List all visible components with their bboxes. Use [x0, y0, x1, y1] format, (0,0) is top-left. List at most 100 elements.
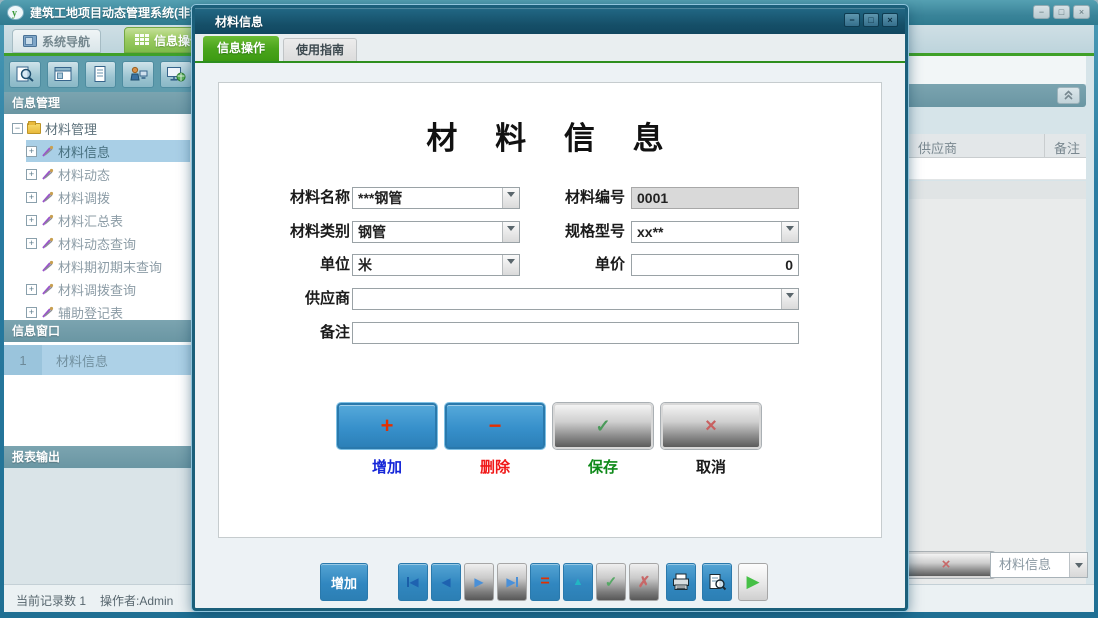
form-window-icon [53, 66, 73, 82]
close-button[interactable]: × [1073, 5, 1090, 19]
unit-select[interactable]: 米 [352, 254, 520, 276]
tree-item-material-dynamic-query[interactable]: + 材料动态查询 [26, 232, 190, 254]
material-type-select[interactable]: 钢管 [352, 221, 520, 243]
tree-item-label: 材料期初期末查询 [58, 257, 162, 276]
nav-first-button[interactable]: ◀ [398, 563, 428, 601]
add-button-label: 增加 [337, 456, 437, 477]
tree-root-material-management[interactable]: − 材料管理 [12, 117, 97, 139]
dialog-close-button[interactable]: × [882, 13, 898, 27]
toolbar-search-button[interactable] [9, 61, 41, 88]
tree-item-label: 材料动态查询 [58, 234, 136, 253]
toolbar-edit-record-button[interactable]: ▲ [563, 563, 593, 601]
monitor-globe-icon [166, 66, 186, 82]
tree-item-material-transfer-query[interactable]: + 材料调拨查询 [26, 278, 190, 300]
dialog-tab-user-guide[interactable]: 使用指南 [283, 38, 357, 61]
unit-price-field[interactable] [632, 255, 798, 275]
tree-item-material-summary[interactable]: + 材料汇总表 [26, 209, 190, 231]
column-header-remark[interactable]: 备注 [1054, 138, 1080, 157]
arrow-right-icon: ▶ [474, 575, 483, 589]
material-node-icon [41, 191, 54, 204]
tree-item-material-dynamic[interactable]: + 材料动态 [26, 163, 190, 185]
toolbar-form-button[interactable] [47, 61, 79, 88]
toolbar-add-record-button[interactable]: 增加 [320, 563, 368, 601]
column-header-supplier[interactable]: 供应商 [918, 138, 957, 157]
minimize-button[interactable]: − [1033, 5, 1050, 19]
delete-button-label: 删除 [445, 456, 545, 477]
material-code-label: 材料编号 [525, 187, 625, 209]
info-window-dropdown[interactable]: 材料信息 [990, 552, 1088, 578]
record-count-label: 当前记录数 1 [16, 592, 86, 609]
delete-button[interactable]: − [445, 403, 545, 449]
x-icon: ✗ [638, 573, 651, 591]
material-form-panel: 材 料 信 息 [218, 82, 882, 538]
unit-price-label: 单价 [525, 254, 625, 276]
tree-root-label: 材料管理 [45, 119, 97, 138]
tree-item-material-transfer[interactable]: + 材料调拨 [26, 186, 190, 208]
supplier-select[interactable] [352, 288, 799, 310]
chevron-down-icon[interactable] [781, 289, 798, 309]
remark-field[interactable] [353, 323, 798, 343]
chevron-down-icon[interactable] [502, 188, 519, 208]
row-index: 1 [4, 345, 42, 375]
material-node-icon [41, 260, 54, 273]
material-name-select[interactable]: ***钢管 [352, 187, 520, 209]
chevron-down-icon[interactable] [781, 222, 798, 242]
minus-icon: − [489, 413, 502, 439]
chevron-down-icon[interactable] [1069, 553, 1087, 577]
toolbar-operator-button[interactable] [122, 61, 154, 88]
expand-expander-icon[interactable]: + [26, 307, 37, 318]
toolbar-cancel-button[interactable]: ✗ [629, 563, 659, 601]
nav-prev-button[interactable]: ◀ [431, 563, 461, 601]
expand-expander-icon[interactable]: + [26, 238, 37, 249]
add-button[interactable]: + [337, 403, 437, 449]
check-icon: ✓ [605, 573, 618, 591]
info-window-row[interactable]: 1 材料信息 [4, 345, 192, 375]
collapse-expander-icon[interactable]: − [12, 123, 23, 134]
tree-item-label: 材料动态 [58, 165, 110, 184]
toolbar-document-button[interactable] [85, 61, 117, 88]
save-button[interactable]: ✓ [553, 403, 653, 449]
app-root: y 建筑工地项目动态管理系统(非注 − □ × 系统导航 [0, 0, 1098, 618]
expand-expander-icon[interactable]: + [26, 284, 37, 295]
chevron-down-icon[interactable] [502, 222, 519, 242]
tree-item-material-info[interactable]: + 材料信息 [26, 140, 190, 162]
tree-item-label: 材料汇总表 [58, 211, 123, 230]
tab-system-nav[interactable]: 系统导航 [12, 29, 101, 53]
x-icon: × [705, 415, 717, 438]
tree-item-material-period-query[interactable]: 材料期初期末查询 [26, 255, 190, 277]
expand-expander-icon[interactable]: + [26, 215, 37, 226]
nav-next-button[interactable]: ▶ [464, 563, 494, 601]
app-logo-icon: y [7, 5, 24, 20]
row-label: 材料信息 [42, 345, 192, 375]
chevron-down-icon[interactable] [502, 255, 519, 275]
material-type-value: 钢管 [358, 222, 386, 242]
remark-fieldbox [352, 322, 799, 344]
form-heading: 材 料 信 息 [219, 113, 881, 158]
unit-price-fieldbox [631, 254, 799, 276]
toolbar-confirm-button[interactable]: ✓ [596, 563, 626, 601]
toolbar-monitor-button[interactable] [160, 61, 192, 88]
run-button[interactable]: ▶ [738, 563, 768, 601]
collapse-panel-button[interactable] [1057, 87, 1080, 104]
dialog-minimize-button[interactable]: − [844, 13, 860, 27]
maximize-button[interactable]: □ [1053, 5, 1070, 19]
folder-icon [27, 123, 41, 134]
toolbar-delete-record-button[interactable]: = [530, 563, 560, 601]
expand-expander-icon[interactable]: + [26, 192, 37, 203]
dialog-tab-strip: 信息操作 使用指南 [195, 34, 905, 61]
cancel-button[interactable]: × [661, 403, 761, 449]
print-preview-button[interactable] [702, 563, 732, 601]
print-button[interactable] [666, 563, 696, 601]
x-icon: × [942, 553, 951, 577]
dialog-maximize-button[interactable]: □ [863, 13, 879, 27]
expand-expander-icon[interactable]: + [26, 146, 37, 157]
nav-last-button[interactable]: ▶ [497, 563, 527, 601]
spec-model-select[interactable]: xx** [631, 221, 799, 243]
material-node-icon [41, 283, 54, 296]
material-code-fieldbox [631, 187, 799, 209]
dialog-tab-info-operation[interactable]: 信息操作 [203, 36, 279, 61]
dialog-titlebar[interactable]: 材料信息 − □ × [195, 8, 905, 34]
supplier-label: 供应商 [240, 288, 350, 310]
background-close-button[interactable]: × [896, 552, 996, 578]
expand-expander-icon[interactable]: + [26, 169, 37, 180]
